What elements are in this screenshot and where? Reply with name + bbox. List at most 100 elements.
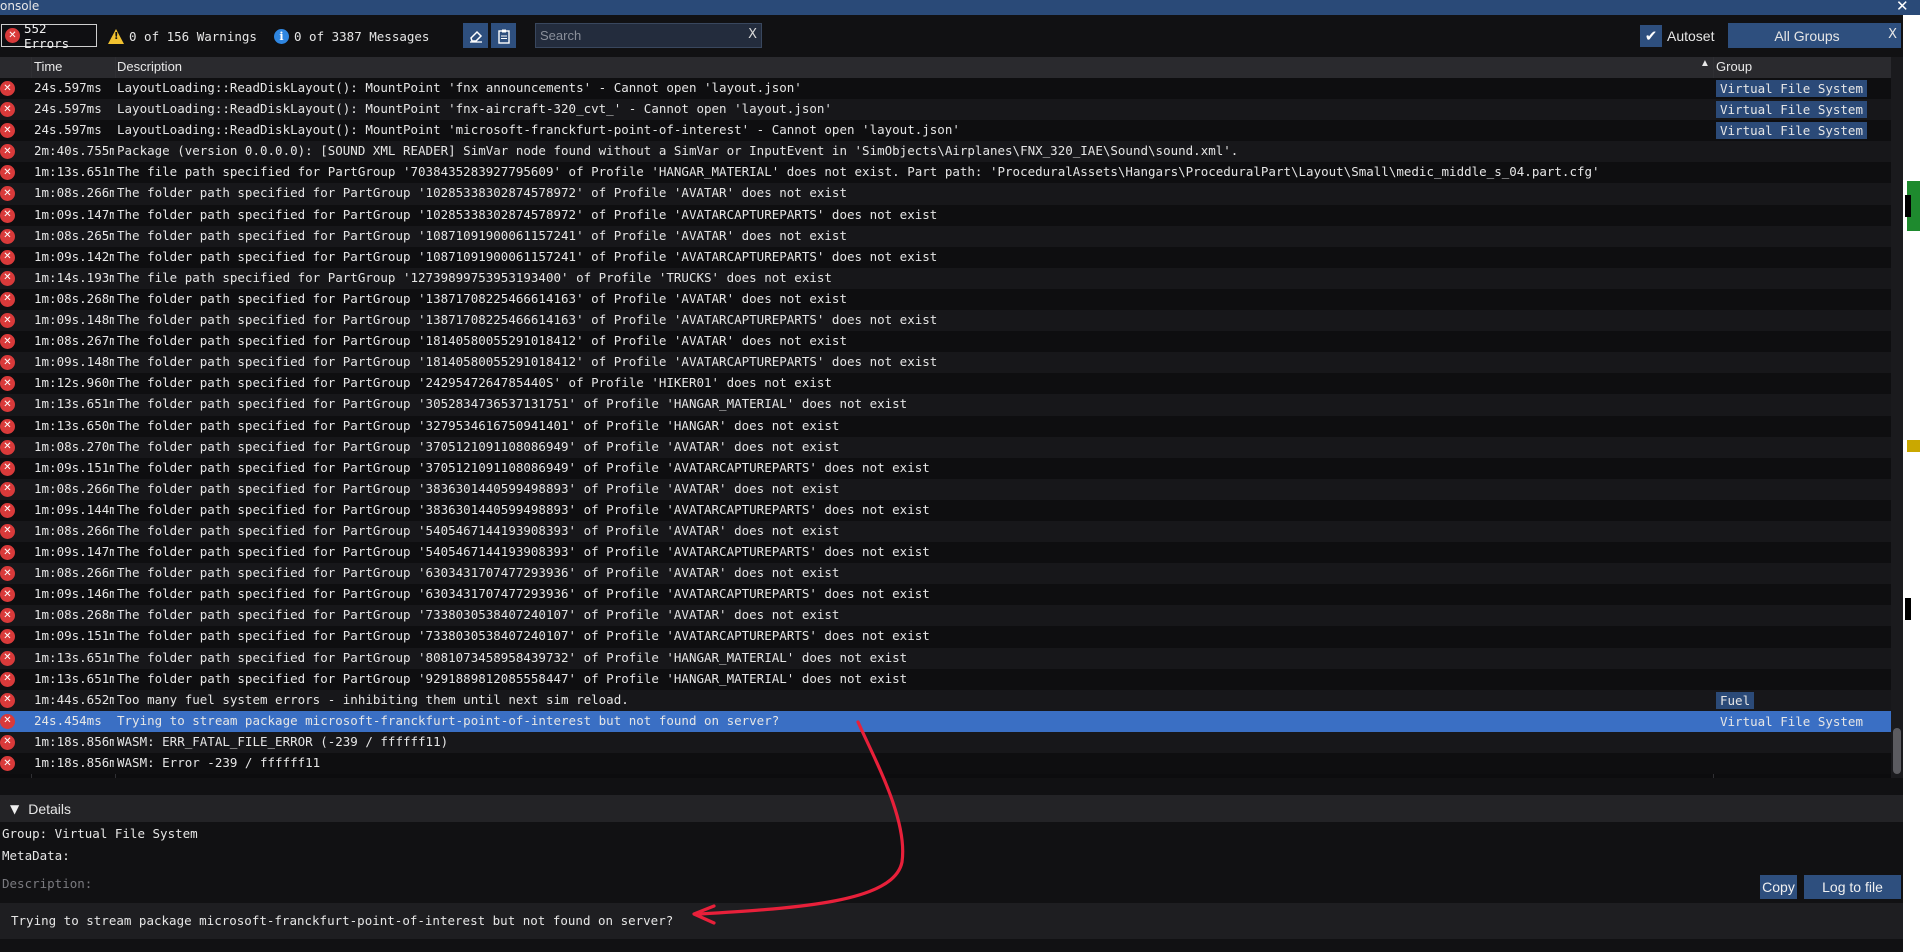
- error-circle-icon: ✕: [0, 608, 15, 624]
- row-group-tag[interactable]: Virtual File System: [1716, 101, 1867, 119]
- table-row[interactable]: ✕ 1m:09s.148msThe folder path specified f…: [0, 352, 1891, 374]
- table-row[interactable]: ✕ 1m:09s.151msThe folder path specified f…: [0, 457, 1891, 479]
- window-close-icon[interactable]: ✕: [1896, 0, 1909, 15]
- details-section-header[interactable]: ▼ Details: [0, 795, 1903, 822]
- table-row[interactable]: ✕ 2m:40s.755msPackage (version 0.0.0.0): …: [0, 141, 1891, 163]
- log-to-file-button[interactable]: Log to file: [1804, 875, 1901, 899]
- table-row[interactable]: ✕ 24s.454ms Trying to stream package micro…: [0, 710, 1891, 732]
- row-description: The folder path specified for PartGroup …: [117, 227, 847, 243]
- table-row[interactable]: ✕ 1m:14s.193msThe file path specified for…: [0, 267, 1891, 289]
- column-header-group[interactable]: Group: [1716, 59, 1752, 74]
- table-row[interactable]: ✕ 1m:09s.151msThe folder path specified f…: [0, 626, 1891, 648]
- table-row[interactable]: ✕ 1m:09s.142msThe folder path specified f…: [0, 246, 1891, 268]
- messages-filter-button[interactable]: i 0 of 3387 Messages: [274, 26, 429, 46]
- row-time: 1m:08s.268ms: [34, 607, 114, 623]
- row-time: 1m:08s.267ms: [34, 333, 114, 349]
- error-circle-icon: ✕: [0, 313, 15, 329]
- row-time: 1m:08s.270ms: [34, 438, 114, 454]
- row-time: 1m:09s.148ms: [34, 312, 114, 328]
- table-row[interactable]: ✕ 1m:08s.268msThe folder path specified f…: [0, 288, 1891, 311]
- error-circle-icon: ✕: [0, 376, 15, 392]
- error-circle-icon: ✕: [0, 270, 15, 286]
- table-row[interactable]: ✕ 24s.597ms LayoutLoading::ReadDiskLayout(…: [0, 120, 1891, 142]
- row-group-tag[interactable]: Virtual File System: [1716, 122, 1867, 140]
- row-time: 1m:14s.193ms: [34, 269, 114, 285]
- details-title: Details: [28, 800, 72, 817]
- log-table: Time Description ▲ Group ✕ 24s.597ms Layou…: [0, 57, 1903, 778]
- column-header-time[interactable]: Time: [34, 59, 62, 74]
- error-circle-icon: ✕: [0, 207, 15, 223]
- column-header-description[interactable]: Description: [117, 59, 182, 74]
- row-description: Too many fuel system errors - inhibiting…: [117, 691, 629, 707]
- table-row[interactable]: ✕ 1m:18s.856msWASM: Error -239 / ffffff11: [0, 753, 1891, 775]
- row-description: The folder path specified for PartGroup …: [117, 396, 908, 412]
- row-description: Package (version 0.0.0.0): [SOUND XML RE…: [117, 143, 1239, 159]
- error-circle-icon: ✕: [0, 249, 15, 265]
- row-time: 1m:08s.266ms: [34, 565, 114, 581]
- table-row[interactable]: ✕ 1m:08s.266msThe folder path specified f…: [0, 183, 1891, 205]
- errors-filter-button[interactable]: ✕ 552 Errors: [1, 21, 97, 51]
- row-time: 1m:09s.147ms: [34, 544, 114, 560]
- table-row[interactable]: ✕ 1m:44s.652msToo many fuel system errors…: [0, 689, 1891, 711]
- error-circle-icon: ✕: [0, 587, 15, 603]
- table-row[interactable]: ✕ 24s.597ms LayoutLoading::ReadDiskLayout(…: [0, 99, 1891, 121]
- sort-ascending-icon[interactable]: ▲: [1700, 58, 1710, 69]
- table-row[interactable]: ✕ 1m:08s.270msThe folder path specified f…: [0, 436, 1891, 458]
- autoset-toggle[interactable]: ✔ Autoset: [1640, 24, 1714, 48]
- row-group-tag[interactable]: Fuel: [1716, 691, 1755, 709]
- row-description: Trying to stream package microsoft-franc…: [117, 712, 780, 728]
- row-description: The folder path specified for PartGroup …: [117, 522, 840, 538]
- table-row[interactable]: ✕ 1m:13s.651msThe folder path specified f…: [0, 668, 1891, 690]
- table-row[interactable]: ✕ 1m:13s.651msThe folder path specified f…: [0, 647, 1891, 669]
- row-description: The file path specified for PartGroup '7…: [117, 164, 1600, 180]
- table-scrollbar[interactable]: [1891, 57, 1903, 778]
- autoset-label: Autoset: [1667, 28, 1715, 44]
- table-row[interactable]: ✕ 1m:18s.856msWASM: ERR_FATAL_FILE_ERROR …: [0, 731, 1891, 753]
- row-description: The folder path specified for PartGroup …: [117, 586, 930, 602]
- group-filter-dropdown[interactable]: All Groups X: [1728, 23, 1901, 48]
- table-row[interactable]: ✕ 1m:08s.266msThe folder path specified f…: [0, 520, 1891, 543]
- table-row[interactable]: ✕ 1m:09s.147msThe folder path specified f…: [0, 542, 1891, 564]
- group-filter-clear-icon[interactable]: X: [1888, 27, 1897, 42]
- table-row[interactable]: ✕ 1m:09s.148msThe folder path specified f…: [0, 310, 1891, 332]
- row-description: The folder path specified for PartGroup …: [117, 480, 840, 496]
- checkmark-icon[interactable]: ✔: [1640, 25, 1662, 47]
- table-row[interactable]: ✕ 1m:08s.268msThe folder path specified f…: [0, 605, 1891, 627]
- error-circle-icon: ✕: [0, 355, 15, 371]
- search-clear-icon[interactable]: X: [748, 27, 757, 42]
- row-time: 24s.597ms: [34, 80, 102, 95]
- scrollbar-thumb[interactable]: [1893, 728, 1901, 774]
- error-circle-icon: ✕: [0, 186, 15, 202]
- row-time: 1m:13s.651ms: [34, 649, 114, 665]
- table-row[interactable]: ✕ 1m:08s.265msThe folder path specified f…: [0, 225, 1891, 247]
- table-row[interactable]: ✕ 1m:09s.144msThe folder path specified f…: [0, 499, 1891, 521]
- row-description: The folder path specified for PartGroup …: [117, 185, 847, 201]
- table-row[interactable]: ✕ 1m:09s.146msThe folder path specified f…: [0, 584, 1891, 606]
- table-row[interactable]: ✕ 1m:13s.650msThe folder path specified f…: [0, 415, 1891, 437]
- table-row[interactable]: ✕ 1m:13s.651msThe file path specified for…: [0, 162, 1891, 184]
- table-row[interactable]: ✕ 1m:08s.266msThe folder path specified f…: [0, 563, 1891, 585]
- search-field[interactable]: X: [535, 23, 762, 48]
- table-row[interactable]: ✕ 1m:08s.267msThe folder path specified f…: [0, 331, 1891, 353]
- copy-log-button[interactable]: [491, 23, 516, 48]
- row-time: 1m:08s.268ms: [34, 290, 114, 306]
- warnings-filter-button[interactable]: 0 of 156 Warnings: [108, 26, 257, 46]
- row-time: 1m:09s.147ms: [34, 206, 114, 222]
- messages-filter-label: 0 of 3387 Messages: [294, 28, 430, 44]
- table-row[interactable]: ✕ 1m:09s.147msThe folder path specified f…: [0, 204, 1891, 226]
- details-description-box[interactable]: Trying to stream package microsoft-franc…: [0, 903, 1903, 939]
- row-time: 1m:09s.148ms: [34, 354, 114, 370]
- error-circle-icon: ✕: [0, 418, 15, 434]
- table-row[interactable]: ✕ 1m:08s.266msThe folder path specified f…: [0, 478, 1891, 500]
- collapse-triangle-icon[interactable]: ▼: [10, 802, 19, 816]
- table-row[interactable]: ✕ 24s.597ms LayoutLoading::ReadDiskLayout(…: [0, 78, 1891, 100]
- clear-log-button[interactable]: [463, 23, 488, 48]
- row-group-tag[interactable]: Virtual File System: [1716, 713, 1867, 730]
- row-time: 1m:18s.856ms: [34, 755, 114, 770]
- error-circle-icon: ✕: [0, 81, 15, 96]
- search-input[interactable]: [536, 24, 741, 47]
- table-row[interactable]: ✕ 1m:13s.651msThe folder path specified f…: [0, 394, 1891, 416]
- copy-button[interactable]: Copy: [1760, 875, 1797, 899]
- row-group-tag[interactable]: Virtual File System: [1716, 80, 1867, 97]
- table-row[interactable]: ✕ 1m:12s.960msThe folder path specified f…: [0, 373, 1891, 395]
